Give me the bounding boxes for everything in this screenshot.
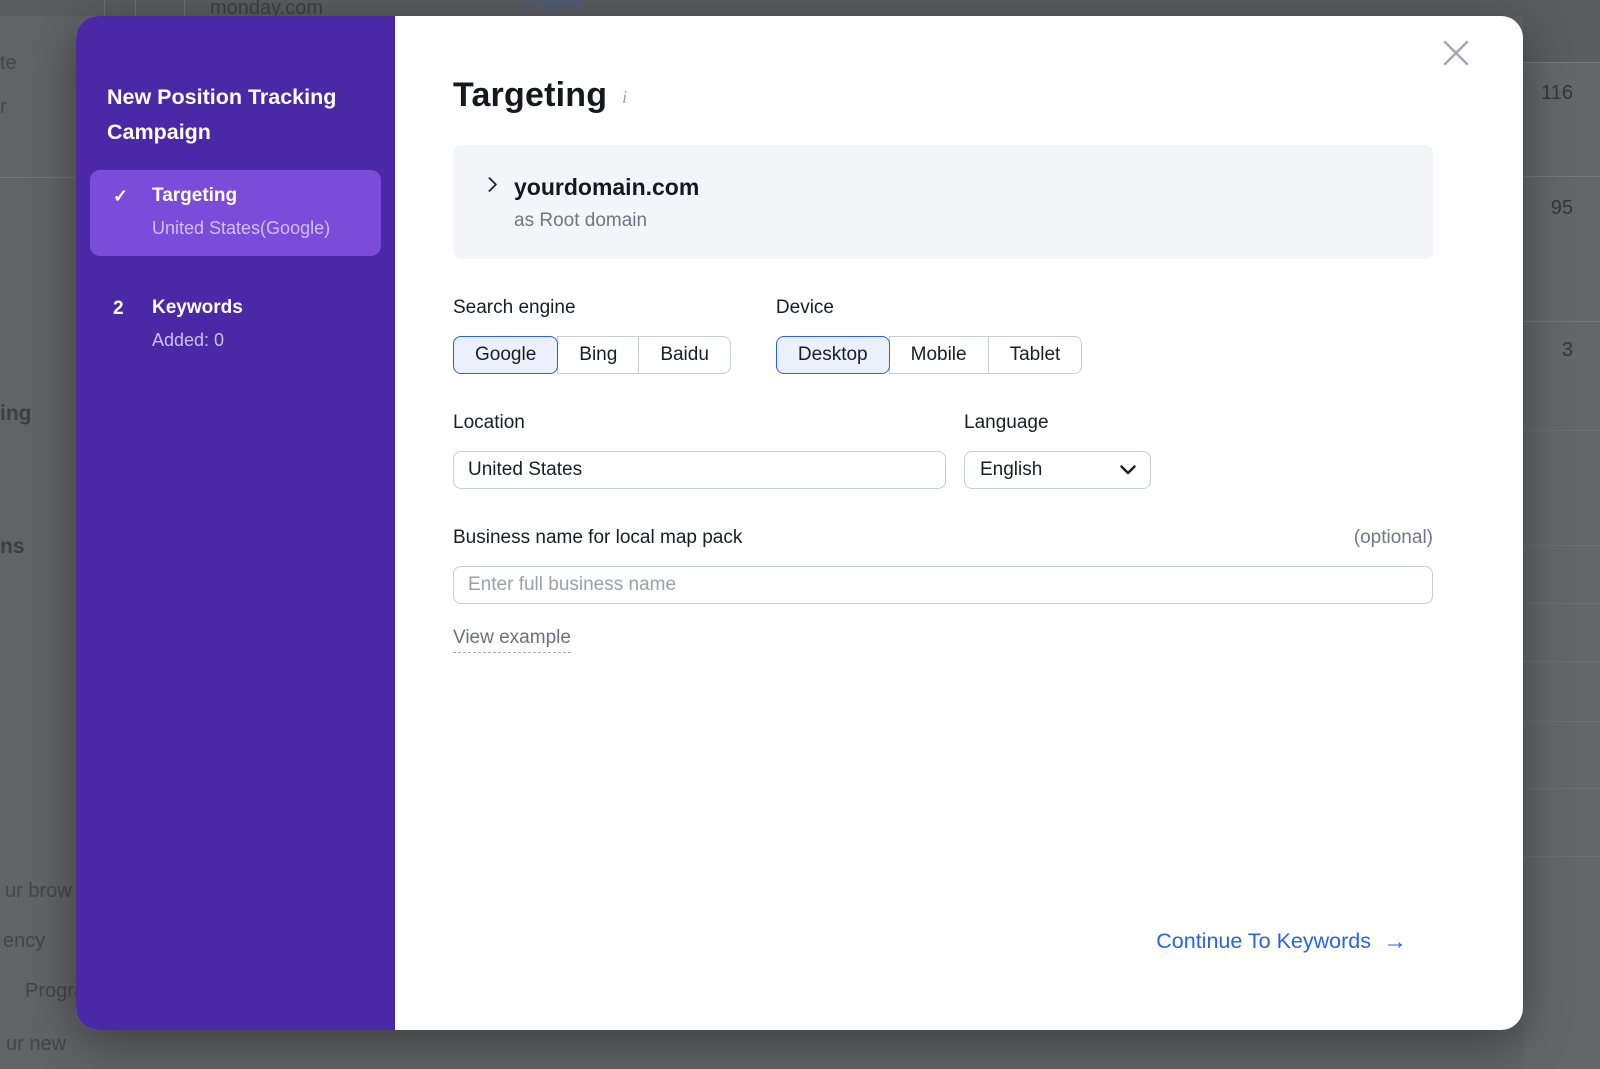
language-select[interactable]: English xyxy=(964,451,1151,489)
search-engine-label: Search engine xyxy=(453,297,731,319)
optional-hint: (optional) xyxy=(1354,527,1433,549)
background-row-divider xyxy=(1523,603,1600,604)
device-option-mobile[interactable]: Mobile xyxy=(889,336,989,374)
background-text-fragment: ur new xyxy=(6,1033,66,1056)
background-column-divider xyxy=(184,0,185,16)
page-title: Targeting xyxy=(453,75,607,115)
info-icon[interactable]: i xyxy=(622,87,627,108)
background-row-divider xyxy=(1523,856,1600,857)
language-label: Language xyxy=(964,412,1151,434)
background-header-band xyxy=(1523,0,1600,62)
location-label: Location xyxy=(453,412,946,434)
step-label: Targeting xyxy=(152,185,330,207)
close-icon[interactable] xyxy=(1442,39,1470,67)
search-engine-field: Search engine Google Bing Baidu xyxy=(453,297,731,374)
step-label: Keywords xyxy=(152,297,243,319)
step-sublabel: United States(Google) xyxy=(152,218,330,239)
background-text-fragment: ur brow xyxy=(5,880,72,903)
background-text-fragment: te xyxy=(0,52,17,75)
background-column-divider xyxy=(104,0,105,16)
targeting-panel: Targeting i yourdomain.com as Root domai… xyxy=(395,16,1523,1030)
background-row-divider xyxy=(1523,788,1600,789)
search-engine-segmented-control: Google Bing Baidu xyxy=(453,336,731,374)
background-row-divider xyxy=(1523,62,1600,63)
step-number: 2 xyxy=(113,297,152,320)
background-row-divider xyxy=(1523,721,1600,722)
background-row-divider xyxy=(1523,430,1600,431)
view-example-link[interactable]: View example xyxy=(453,627,571,653)
background-text-fragment: r xyxy=(0,96,7,119)
step-keywords[interactable]: 2 Keywords Added: 0 xyxy=(90,282,381,368)
background-text-fragment: ns xyxy=(0,535,25,559)
background-row-divider xyxy=(1523,321,1600,322)
campaign-steps-sidebar: New Position Tracking Campaign ✓ Targeti… xyxy=(76,16,395,1030)
background-left-strip: te r ing ns ur brow ency Program ur new xyxy=(0,0,76,1069)
search-engine-option-baidu[interactable]: Baidu xyxy=(638,336,731,374)
background-metric-value: 3 xyxy=(1562,339,1573,362)
check-icon: ✓ xyxy=(113,185,152,207)
device-label: Device xyxy=(776,297,1082,319)
chevron-right-icon xyxy=(482,177,498,193)
background-top-bar: monday.com English xyxy=(0,0,1600,16)
search-engine-option-google[interactable]: Google xyxy=(453,336,558,374)
domain-name: yourdomain.com xyxy=(514,174,699,201)
background-row-divider xyxy=(1523,661,1600,662)
background-language-link: English xyxy=(523,0,585,16)
device-field: Device Desktop Mobile Tablet xyxy=(776,297,1082,374)
background-right-strip: 116 95 3 xyxy=(1523,0,1600,1069)
domain-scope: as Root domain xyxy=(514,210,699,232)
step-targeting[interactable]: ✓ Targeting United States(Google) xyxy=(90,170,381,256)
domain-summary[interactable]: yourdomain.com as Root domain xyxy=(453,145,1433,259)
background-column-divider xyxy=(135,0,136,16)
background-metric-value: 116 xyxy=(1541,82,1573,105)
device-option-desktop[interactable]: Desktop xyxy=(776,336,890,374)
language-field: Language English xyxy=(964,412,1151,489)
continue-to-keywords-button[interactable]: Continue To Keywords → xyxy=(1156,929,1407,954)
chevron-down-icon xyxy=(1120,465,1136,475)
new-campaign-modal: New Position Tracking Campaign ✓ Targeti… xyxy=(76,16,1523,1030)
continue-label: Continue To Keywords xyxy=(1156,929,1371,954)
business-name-field: Business name for local map pack (option… xyxy=(453,527,1433,653)
arrow-right-icon: → xyxy=(1383,931,1407,953)
location-input[interactable] xyxy=(453,451,946,489)
business-name-input[interactable] xyxy=(453,566,1433,604)
campaign-title: New Position Tracking Campaign xyxy=(107,80,365,150)
device-option-tablet[interactable]: Tablet xyxy=(988,336,1083,374)
business-name-label: Business name for local map pack xyxy=(453,527,742,549)
location-field: Location xyxy=(453,412,946,489)
background-metric-value: 95 xyxy=(1551,197,1573,220)
search-engine-option-bing[interactable]: Bing xyxy=(557,336,639,374)
language-selected-value: English xyxy=(980,459,1042,481)
background-text-fragment: ing xyxy=(0,402,32,426)
background-row-divider xyxy=(1523,176,1600,177)
step-sublabel: Added: 0 xyxy=(152,330,243,351)
background-text-fragment: ency xyxy=(3,930,45,953)
background-row-divider xyxy=(0,177,76,178)
background-row-divider xyxy=(1523,545,1600,546)
device-segmented-control: Desktop Mobile Tablet xyxy=(776,336,1082,374)
